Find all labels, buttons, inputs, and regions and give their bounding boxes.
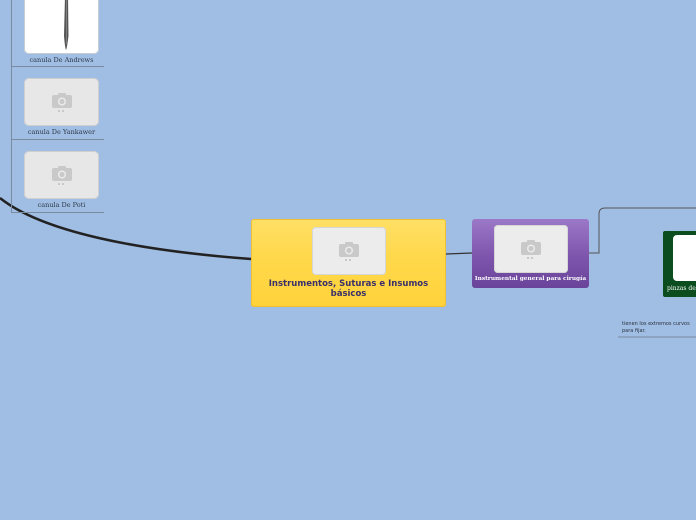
note-text: tienen los extremos curvos para fijar. <box>622 321 690 334</box>
pinzas-title: pinzas de <box>667 285 696 292</box>
clip-region: pinzas de tienen los extremos curvos par… <box>0 0 696 520</box>
subtopic-node-pinzas[interactable]: pinzas de <box>663 231 696 297</box>
pinzas-image <box>673 235 696 281</box>
